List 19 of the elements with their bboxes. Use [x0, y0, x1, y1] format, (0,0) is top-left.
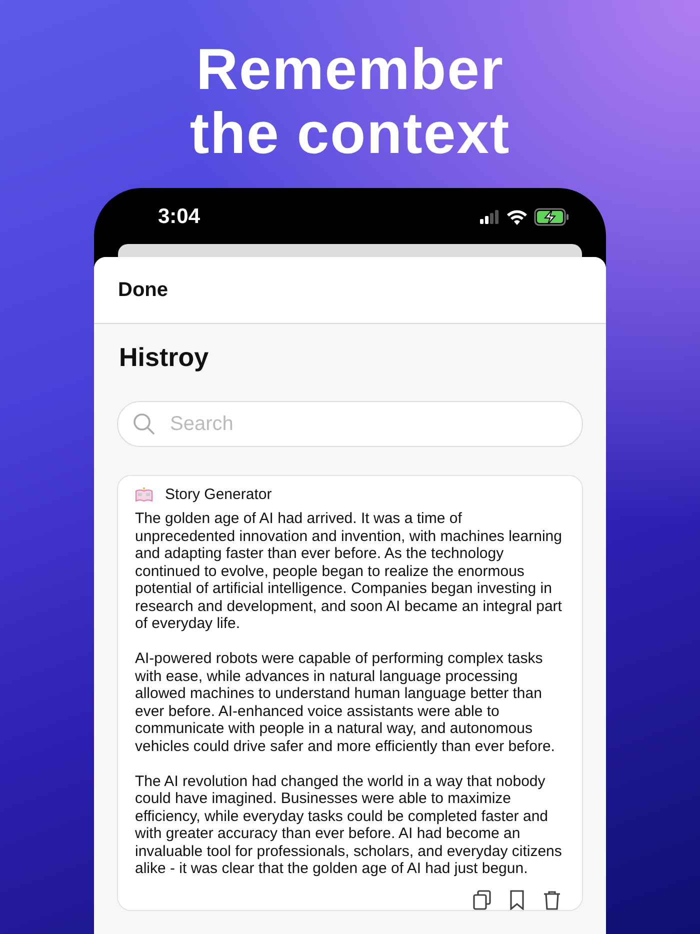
history-card[interactable]: [117, 475, 583, 910]
headline: Remember: [196, 38, 504, 102]
story-paragraph: The AI revolution had changed the world in a way that nobody could have imagined. Businesses were able to maximize efficiency, while everyday tasks could be completed faster and with greater accuracy than ever before. AI had become an invaluable tool for professionals, scholars, and everyday citizens alike - it was clear that the golden age of AI had just begun.: [135, 772, 563, 878]
battery-charging-icon: [534, 208, 570, 226]
done-button[interactable]: Done: [118, 278, 168, 302]
search-field[interactable]: Search: [117, 401, 583, 447]
signal-icon: [480, 210, 500, 224]
headline: the context: [190, 102, 510, 166]
bookmark-icon[interactable]: [509, 890, 525, 910]
trash-icon[interactable]: [543, 890, 561, 910]
open-book-icon: [135, 486, 153, 502]
tool-name: Story Generator: [165, 486, 272, 503]
status-time: 3:04: [158, 204, 200, 228]
copy-icon[interactable]: [473, 890, 491, 910]
search-icon: [133, 413, 155, 435]
story-paragraph: The golden age of AI had arrived. It was a time of unprecedented innovation and invention, with machines learning and adapting faster than ever before. As the technology continued to evolve, people began to realize the enormous potential of artificial intelligence. Companies began investing in research and development, and soon AI became an integral part of everyday life.: [135, 510, 563, 632]
story-paragraph: AI-powered robots were capable of performing complex tasks with ease, while advances in natural language processing allowed machines to understand human language better than ever before. AI-enhanced voice assistants were able to communicate with people in a natural way, and autonomous vehicles could drive safer and more efficiently than ever before.: [135, 650, 556, 755]
sheet-title: Histroy: [119, 342, 210, 373]
wifi-icon: [506, 208, 528, 224]
